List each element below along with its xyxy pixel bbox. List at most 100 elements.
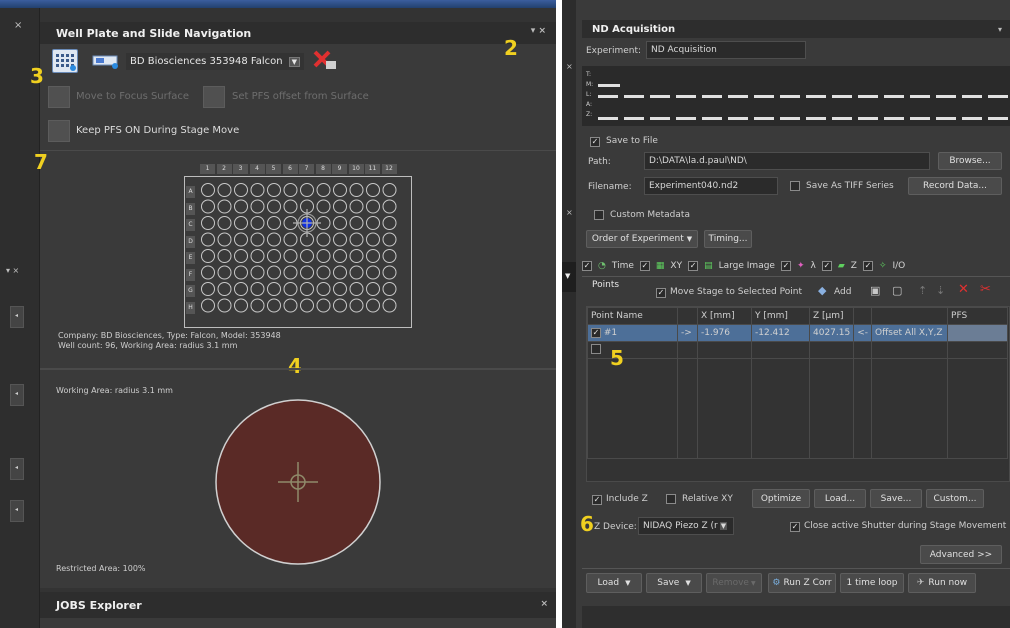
well[interactable]: [250, 298, 265, 313]
set-from-stage-button[interactable]: <-: [853, 324, 873, 342]
well[interactable]: [366, 183, 380, 197]
point-enable-checkbox[interactable]: [591, 343, 601, 354]
slide-icon[interactable]: [92, 52, 120, 70]
well[interactable]: [349, 232, 364, 247]
well[interactable]: [283, 282, 298, 296]
well[interactable]: [250, 249, 265, 263]
large-image-checkbox[interactable]: ✓: [688, 261, 699, 271]
close-icon[interactable]: ×: [566, 62, 573, 71]
timing-button[interactable]: Timing...: [704, 230, 752, 248]
well[interactable]: [300, 183, 314, 197]
well[interactable]: [316, 249, 331, 263]
well[interactable]: [382, 216, 397, 230]
well[interactable]: [250, 216, 265, 230]
well[interactable]: [366, 249, 380, 263]
tab-io[interactable]: I/O: [892, 261, 905, 271]
column-header[interactable]: X [mm]: [697, 307, 752, 325]
panel-menu-icon[interactable]: ▾ ×: [531, 26, 546, 36]
well[interactable]: [333, 216, 347, 230]
point-enable-checkbox[interactable]: ✓: [591, 328, 601, 338]
well[interactable]: [349, 265, 364, 280]
well[interactable]: [250, 232, 265, 247]
well[interactable]: [267, 199, 281, 214]
well[interactable]: [349, 183, 364, 197]
well[interactable]: [333, 282, 347, 296]
tab-large-image[interactable]: Large Image: [719, 261, 775, 271]
well[interactable]: [217, 282, 232, 296]
well[interactable]: [349, 216, 364, 230]
point-name-cell[interactable]: [587, 341, 678, 359]
add-button[interactable]: Add: [834, 287, 851, 297]
chevron-down-icon[interactable]: ▾: [998, 25, 1002, 34]
x-cell[interactable]: -1.976: [697, 324, 752, 342]
well[interactable]: [316, 298, 331, 313]
run-z-corr-button[interactable]: ⚙ Run Z Corr: [768, 573, 836, 593]
optimize-button[interactable]: Optimize: [752, 489, 810, 508]
well[interactable]: [267, 265, 281, 280]
custom-points-button[interactable]: Custom...: [926, 489, 984, 508]
well[interactable]: [316, 183, 331, 197]
dock-tab[interactable]: ◂: [10, 306, 24, 328]
well[interactable]: [333, 265, 347, 280]
move-down-icon[interactable]: ⇣: [936, 284, 945, 297]
well[interactable]: [217, 265, 232, 280]
save-points-button[interactable]: Save...: [870, 489, 922, 508]
well[interactable]: [382, 183, 397, 197]
dock-tab[interactable]: ◂: [10, 500, 24, 522]
z-checkbox[interactable]: ✓: [821, 261, 832, 271]
tab-time[interactable]: Time: [612, 261, 634, 271]
time-checkbox[interactable]: ✓: [582, 261, 592, 271]
move-up-icon[interactable]: ⇡: [918, 284, 927, 297]
dock-tab[interactable]: ▼: [562, 262, 576, 292]
y-cell[interactable]: -12.412: [751, 324, 810, 342]
move-stage-checkbox[interactable]: ✓: [656, 287, 666, 298]
well[interactable]: [366, 282, 380, 296]
well[interactable]: [366, 216, 380, 230]
include-z-checkbox[interactable]: ✓: [592, 494, 602, 505]
well[interactable]: [382, 199, 397, 214]
column-header[interactable]: PFS: [947, 307, 1009, 325]
well[interactable]: [316, 232, 331, 247]
tab-z[interactable]: Z: [851, 261, 857, 271]
experiment-field[interactable]: ND Acquisition: [646, 41, 806, 59]
well[interactable]: [234, 216, 248, 230]
close-icon[interactable]: ×: [14, 20, 22, 31]
well[interactable]: [217, 216, 232, 230]
well[interactable]: [201, 199, 215, 214]
delete-all-icon[interactable]: ✂: [980, 282, 991, 297]
goto-point-button[interactable]: ->: [677, 324, 698, 342]
well[interactable]: [250, 183, 265, 197]
dock-tab[interactable]: ◂: [10, 458, 24, 480]
record-data-button[interactable]: Record Data...: [908, 177, 1002, 195]
column-header[interactable]: Y [mm]: [751, 307, 810, 325]
well[interactable]: [283, 199, 298, 214]
well[interactable]: [234, 199, 248, 214]
well-detail-view[interactable]: [214, 398, 382, 566]
well[interactable]: [382, 249, 397, 263]
wells-grid[interactable]: [198, 182, 404, 322]
column-header[interactable]: Point Name: [587, 307, 678, 325]
well[interactable]: [316, 199, 331, 214]
well[interactable]: [201, 232, 215, 247]
well[interactable]: [300, 298, 314, 313]
well[interactable]: [349, 249, 364, 263]
well[interactable]: [316, 265, 331, 280]
well[interactable]: [382, 232, 397, 247]
well[interactable]: [300, 249, 314, 263]
points-tab[interactable]: Points: [592, 280, 619, 290]
well[interactable]: [300, 265, 314, 280]
well[interactable]: [267, 249, 281, 263]
well[interactable]: [234, 249, 248, 263]
pfs-cell[interactable]: [947, 324, 1009, 342]
load-button[interactable]: Load ▼: [586, 573, 642, 593]
well-plate-icon[interactable]: [52, 49, 78, 73]
well[interactable]: [366, 298, 380, 313]
well[interactable]: [349, 199, 364, 214]
well[interactable]: [217, 199, 232, 214]
well[interactable]: [382, 298, 397, 313]
table-row[interactable]: [587, 341, 1009, 359]
keep-pfs-toggle[interactable]: [48, 120, 70, 142]
save-tiff-checkbox[interactable]: [790, 181, 800, 194]
well[interactable]: [217, 232, 232, 247]
well[interactable]: [201, 265, 215, 280]
